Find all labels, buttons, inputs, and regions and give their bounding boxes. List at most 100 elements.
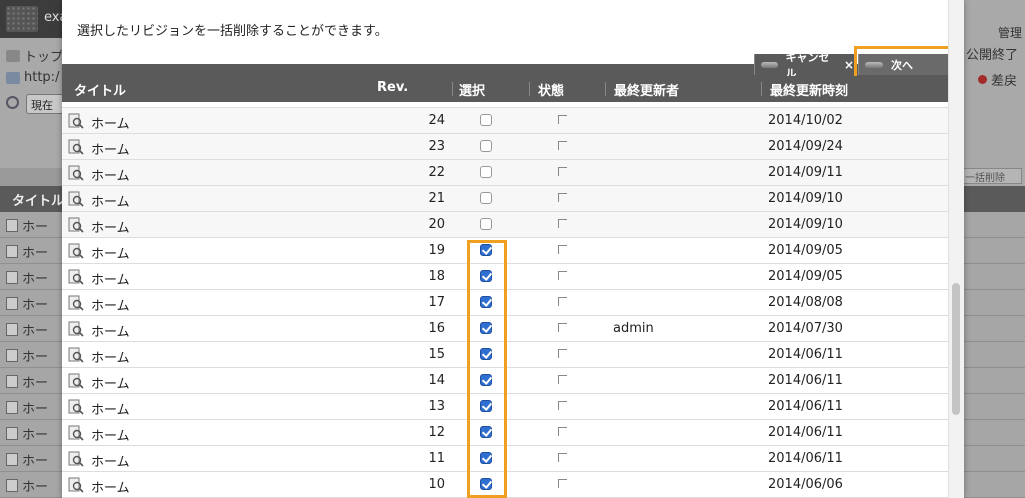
bg-table-row: ホー <box>6 450 48 469</box>
row-title: ホーム <box>91 117 130 132</box>
page-search-icon <box>6 245 18 258</box>
link-icon <box>6 71 20 84</box>
row-rev: 21 <box>428 191 445 206</box>
row-state-indicator <box>558 167 567 176</box>
page-search-icon <box>6 427 18 440</box>
button-pill-icon <box>761 61 778 68</box>
page-search-icon[interactable] <box>68 139 84 155</box>
page-search-icon[interactable] <box>68 269 84 285</box>
page-search-icon[interactable] <box>68 451 84 467</box>
page-search-icon[interactable] <box>68 399 84 415</box>
close-icon: × <box>843 57 854 72</box>
dialog-scrollbar-thumb[interactable] <box>952 283 960 415</box>
bg-table-row: ホー <box>6 216 48 235</box>
row-title: ホーム <box>91 455 130 470</box>
row-state-indicator <box>558 245 567 254</box>
row-updater: admin <box>613 321 654 336</box>
page-search-icon[interactable] <box>68 165 84 181</box>
cancel-button[interactable]: キャンセル × <box>754 51 854 80</box>
page-search-icon[interactable] <box>68 373 84 389</box>
bg-current-button: 現在 <box>26 94 64 114</box>
bulk-delete-dialog: 選択したリビジョンを一括削除することができます。 キャンセル × 次へ タイトル… <box>62 0 964 498</box>
row-rev: 13 <box>428 399 445 414</box>
row-title: ホーム <box>91 377 130 392</box>
row-rev: 17 <box>428 295 445 310</box>
row-state-indicator <box>558 453 567 462</box>
bg-breadcrumb-top: トップ <box>6 46 63 65</box>
selected-checkboxes-highlight <box>467 240 507 498</box>
bg-url-item: http:/ <box>6 70 59 85</box>
page-search-icon[interactable] <box>68 243 84 259</box>
page-search-icon <box>6 297 18 310</box>
row-select-checkbox[interactable] <box>480 140 492 152</box>
row-state-indicator <box>558 297 567 306</box>
page-search-icon[interactable] <box>68 191 84 207</box>
page-search-icon[interactable] <box>68 113 84 129</box>
page-search-icon <box>6 479 18 492</box>
dialog-message: 選択したリビジョンを一括削除することができます。 <box>77 24 388 39</box>
row-updated-at: 2014/06/06 <box>768 477 843 492</box>
row-updated-at: 2014/10/02 <box>768 113 843 128</box>
bg-table-row: ホー <box>6 476 48 495</box>
row-title: ホーム <box>91 351 130 366</box>
row-rev: 11 <box>428 451 445 466</box>
row-updated-at: 2014/09/05 <box>768 243 843 258</box>
table-row: ホーム 21 2014/09/10 <box>62 186 948 212</box>
row-updated-at: 2014/07/30 <box>768 321 843 336</box>
col-divider <box>605 82 606 96</box>
bg-table-row: ホー <box>6 268 48 287</box>
row-state-indicator <box>558 219 567 228</box>
col-divider <box>761 82 762 96</box>
row-select-checkbox[interactable] <box>480 166 492 178</box>
bg-table-row: ホー <box>6 372 48 391</box>
page-search-icon[interactable] <box>68 347 84 363</box>
row-rev: 23 <box>428 139 445 154</box>
bg-table-row: ホー <box>6 346 48 365</box>
row-rev: 22 <box>428 165 445 180</box>
row-updated-at: 2014/09/10 <box>768 191 843 206</box>
row-rev: 19 <box>428 243 445 258</box>
col-divider <box>529 82 530 96</box>
row-title: ホーム <box>91 273 130 288</box>
row-title: ホーム <box>91 325 130 340</box>
row-state-indicator <box>558 375 567 384</box>
row-title: ホーム <box>91 247 130 262</box>
app-logo-icon <box>6 6 38 32</box>
row-select-checkbox[interactable] <box>480 114 492 126</box>
row-select-checkbox[interactable] <box>480 192 492 204</box>
row-state-indicator <box>558 479 567 488</box>
col-state: 状態 <box>538 84 565 99</box>
row-select-checkbox[interactable] <box>480 218 492 230</box>
row-updated-at: 2014/06/11 <box>768 451 843 466</box>
row-title: ホーム <box>91 221 130 236</box>
dialog-scrollbar-track[interactable] <box>948 0 964 498</box>
row-title: ホーム <box>91 403 130 418</box>
row-state-indicator <box>558 271 567 280</box>
page-search-icon[interactable] <box>68 477 84 493</box>
bg-table-row: ホー <box>6 398 48 417</box>
bg-clock-item <box>6 96 19 109</box>
page-search-icon[interactable] <box>68 295 84 311</box>
bg-table-row: ホー <box>6 424 48 443</box>
col-divider <box>452 82 453 96</box>
col-title: タイトル <box>74 84 127 99</box>
page-search-icon <box>6 219 18 232</box>
page-search-icon <box>6 401 18 414</box>
col-updated-at: 最終更新時刻 <box>770 84 849 99</box>
row-rev: 14 <box>428 373 445 388</box>
page-search-icon <box>6 271 18 284</box>
col-updater: 最終更新者 <box>614 84 680 99</box>
page-search-icon[interactable] <box>68 321 84 337</box>
col-rev: Rev. <box>377 80 409 95</box>
row-state-indicator <box>558 193 567 202</box>
row-updated-at: 2014/06/11 <box>768 373 843 388</box>
row-state-indicator <box>558 115 567 124</box>
bg-table-row: ホー <box>6 294 48 313</box>
clock-icon <box>6 96 19 109</box>
table-row: ホーム 20 2014/09/10 <box>62 212 948 238</box>
row-title: ホーム <box>91 169 130 184</box>
page-search-icon[interactable] <box>68 217 84 233</box>
page-search-icon[interactable] <box>68 425 84 441</box>
row-rev: 24 <box>428 113 445 128</box>
row-updated-at: 2014/06/11 <box>768 399 843 414</box>
